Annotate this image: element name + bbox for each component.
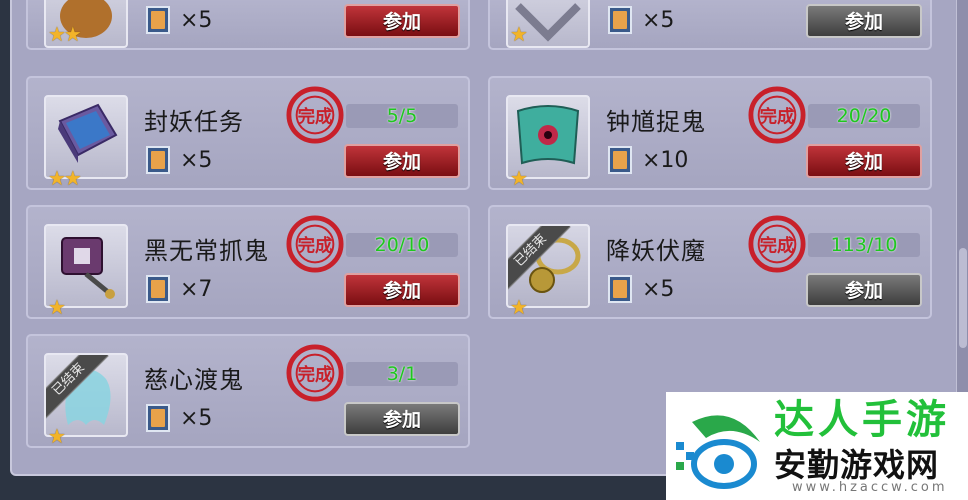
- svg-text:完成: 完成: [298, 107, 333, 128]
- task-card: ★★ ×5 参加: [26, 0, 470, 50]
- svg-text:完成: 完成: [760, 236, 795, 257]
- task-name: 黑无常抓鬼: [144, 237, 269, 265]
- svg-text:完成: 完成: [298, 365, 333, 386]
- task-card: ★ 黑无常抓鬼 ×7 完成 20/10 参加: [26, 205, 470, 319]
- join-button[interactable]: 参加: [344, 144, 460, 178]
- task-progress: 20/10: [346, 233, 458, 257]
- reward-count: ×10: [642, 148, 689, 173]
- reward-count: ×5: [180, 8, 213, 33]
- completed-seal-icon: 完成: [286, 344, 344, 402]
- reward-scroll-icon: [146, 275, 170, 303]
- token-icon: [61, 237, 115, 299]
- star-rating: ★: [510, 22, 528, 46]
- reward-count: ×5: [180, 406, 213, 431]
- svg-text:完成: 完成: [298, 236, 333, 257]
- watermark-url: www.hzaccw.com: [792, 480, 948, 495]
- task-card: ★★ 封妖任务 ×5 完成 5/5 参加: [26, 76, 470, 190]
- task-name: 降妖伏魔: [606, 237, 706, 265]
- join-button[interactable]: 参加: [806, 4, 922, 38]
- task-progress: 3/1: [346, 362, 458, 386]
- completed-seal-icon: 完成: [748, 215, 806, 273]
- completed-seal-icon: 完成: [286, 86, 344, 144]
- star-rating: ★★: [48, 22, 82, 46]
- task-progress: 113/10: [808, 233, 920, 257]
- reward-scroll-icon: [608, 6, 632, 34]
- site-watermark: 达人手游 安勤游戏网 www.hzaccw.com: [666, 392, 968, 500]
- reward-scroll-icon: [146, 146, 170, 174]
- reward-scroll-icon: [146, 6, 170, 34]
- task-card: 已结束 ★ 降妖伏魔 ×5 完成 113/10 参加: [488, 205, 932, 319]
- completed-seal-icon: 完成: [748, 86, 806, 144]
- task-card: ★ 钟馗捉鬼 ×10 完成 20/20 参加: [488, 76, 932, 190]
- task-name: 钟馗捉鬼: [606, 108, 706, 136]
- reward-scroll-icon: [608, 146, 632, 174]
- join-button[interactable]: 参加: [806, 144, 922, 178]
- book-icon: [58, 103, 118, 163]
- reward-count: ×7: [180, 277, 213, 302]
- watermark-top-text: 达人手游: [774, 397, 950, 443]
- join-button[interactable]: 参加: [344, 402, 460, 436]
- task-card: 已结束 ★ 慈心渡鬼 ×5 完成 3/1 参加: [26, 334, 470, 448]
- task-card: ★ ×5 参加: [488, 0, 932, 50]
- join-button[interactable]: 参加: [344, 273, 460, 307]
- task-name: 慈心渡鬼: [144, 366, 244, 394]
- reward-count: ×5: [180, 148, 213, 173]
- svg-text:完成: 完成: [760, 107, 795, 128]
- task-progress: 5/5: [346, 104, 458, 128]
- join-button[interactable]: 参加: [344, 4, 460, 38]
- reward-scroll-icon: [146, 404, 170, 432]
- star-rating: ★: [510, 295, 528, 319]
- reward-count: ×5: [642, 8, 675, 33]
- reward-scroll-icon: [608, 275, 632, 303]
- star-rating: ★: [48, 295, 66, 319]
- task-name: 封妖任务: [144, 108, 244, 136]
- star-rating: ★: [48, 424, 66, 448]
- watermark-logo-icon: [676, 415, 760, 489]
- scroll-icon: [516, 105, 580, 165]
- completed-seal-icon: 完成: [286, 215, 344, 273]
- task-progress: 20/20: [808, 104, 920, 128]
- join-button[interactable]: 参加: [806, 273, 922, 307]
- star-rating: ★★: [48, 166, 82, 190]
- star-rating: ★: [510, 166, 528, 190]
- scrollbar-thumb[interactable]: [959, 248, 967, 348]
- reward-count: ×5: [642, 277, 675, 302]
